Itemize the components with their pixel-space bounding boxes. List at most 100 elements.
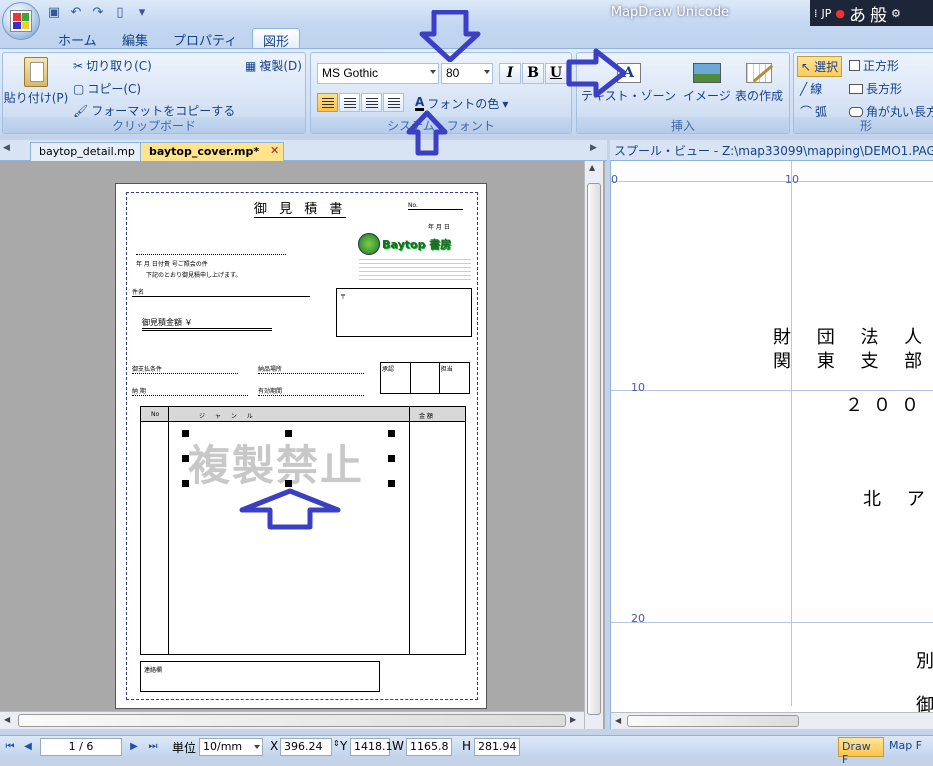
- x-field[interactable]: 396.24: [280, 738, 332, 756]
- align-center-button[interactable]: [339, 93, 360, 112]
- image-label: イメージ: [683, 89, 731, 103]
- undo-icon[interactable]: ↶: [68, 5, 84, 21]
- y-field[interactable]: 1418.1: [350, 738, 393, 756]
- annotation-arrow-up-font: [406, 110, 448, 156]
- postal-box: 〒: [336, 288, 472, 337]
- watermark-text[interactable]: 複製禁止: [188, 432, 364, 493]
- ime-mode[interactable]: あ: [849, 1, 866, 26]
- delivery-date-field: 納 期: [132, 386, 248, 396]
- copy-button[interactable]: ▢ コピー(C): [73, 80, 141, 97]
- select-tool-button[interactable]: ↖ 選択: [797, 56, 843, 77]
- square-tool-button[interactable]: 正方形: [849, 57, 899, 74]
- ime-bar[interactable]: ⁞ JP ● あ 般 ⚙: [810, 0, 933, 26]
- ime-kanji[interactable]: 般: [870, 1, 887, 26]
- status-bar: ⏮ ◀ 1 / 6 ▶ ⏭ 単位 10/mm X 396.24 ⇕ Y 1418…: [0, 735, 933, 766]
- unit-select[interactable]: 10/mm: [199, 738, 263, 756]
- scroll-right-icon[interactable]: ▶: [570, 715, 576, 724]
- w-field[interactable]: 1165.8: [406, 738, 452, 756]
- ime-lang[interactable]: JP: [822, 7, 832, 20]
- selection-handle-ne[interactable]: [388, 430, 395, 437]
- cut-button[interactable]: ✂ 切り取り(C): [73, 57, 152, 74]
- rectangle-tool-button[interactable]: 長方形: [849, 80, 902, 97]
- scroll-left-icon[interactable]: ◀: [4, 715, 10, 724]
- horizontal-scroll-thumb[interactable]: [18, 714, 566, 727]
- rounded-rect-icon: [849, 106, 863, 117]
- line-icon: ╱: [800, 81, 808, 96]
- font-name-value: MS Gothic: [322, 66, 379, 80]
- tab-baytop-detail[interactable]: baytop_detail.mp: [30, 142, 144, 161]
- grip-icon: ⁞: [814, 6, 818, 20]
- col-no-header: No: [151, 411, 160, 418]
- tab-shape[interactable]: 図形: [252, 28, 301, 50]
- justify-button[interactable]: [383, 93, 404, 112]
- close-tab-icon[interactable]: ✕: [270, 144, 279, 157]
- document-page[interactable]: 御 見 積 書 No. 年 月 日 Baytop 書房 年 月 日付貴 号ご照会…: [115, 183, 487, 709]
- doc-title: 御 見 積 書: [254, 198, 347, 218]
- quick-access-toolbar: ▣ ↶ ↷ ▯ ▾: [46, 4, 150, 22]
- horizontal-scrollbar[interactable]: ◀ ▶: [0, 711, 584, 729]
- h-label: H: [462, 739, 472, 753]
- tab-home[interactable]: ホーム: [48, 28, 107, 49]
- line-tool-button[interactable]: ╱ 線: [800, 80, 822, 97]
- bold-button[interactable]: B: [522, 63, 544, 84]
- selection-handle-w[interactable]: [182, 455, 189, 462]
- selection-handle-e[interactable]: [388, 455, 395, 462]
- ime-status-icon[interactable]: ●: [835, 7, 845, 20]
- x-stepper-icon[interactable]: ⇕: [333, 739, 340, 748]
- redo-icon[interactable]: ↷: [90, 5, 106, 21]
- table-wand-icon: [746, 63, 774, 83]
- tab-baytop-cover[interactable]: baytop_cover.mp* ✕: [140, 142, 285, 161]
- spool-view[interactable]: 0 10 10 20 財 団 法 人 国 関 東 支 部 ２００９ 北 ア 別 …: [610, 161, 933, 729]
- create-table-button[interactable]: 表の作成: [735, 63, 783, 104]
- align-right-button[interactable]: [361, 93, 382, 112]
- map-tab[interactable]: Map F: [886, 737, 933, 757]
- h-field[interactable]: 281.94: [474, 738, 520, 756]
- ime-tools-icon[interactable]: ⚙: [891, 7, 901, 20]
- stamp-staff: 担当: [440, 366, 453, 373]
- new-document-icon[interactable]: ▯: [112, 5, 128, 21]
- image-button[interactable]: イメージ: [683, 63, 731, 104]
- underline-button[interactable]: U: [545, 63, 567, 84]
- italic-button[interactable]: I: [499, 63, 521, 84]
- scroll-up-icon[interactable]: ▲: [589, 163, 595, 172]
- paste-button[interactable]: 貼り付け(P): [4, 57, 68, 106]
- document-tabs: ◀ baytop_detail.mp baytop_cover.mp* ✕ ▶: [0, 140, 607, 161]
- duplicate-icon: ▦: [245, 58, 257, 73]
- stamp-approve: 承認: [381, 363, 412, 393]
- duplicate-button[interactable]: ▦ 複製(D): [245, 57, 302, 74]
- application-button[interactable]: [2, 2, 40, 40]
- first-page-icon[interactable]: ⏮: [2, 739, 18, 755]
- square-label: 正方形: [863, 59, 900, 73]
- selection-handle-nw[interactable]: [182, 430, 189, 437]
- tab-scroll-right-icon[interactable]: ▶: [590, 143, 597, 153]
- draw-tab[interactable]: Draw F: [838, 737, 884, 766]
- selection-handle-s[interactable]: [285, 480, 292, 487]
- tab-properties[interactable]: プロパティ: [163, 28, 247, 49]
- col-amount-header: 金 額: [419, 413, 433, 420]
- cursor-icon: ↖: [801, 59, 812, 74]
- selection-handle-se[interactable]: [388, 480, 395, 487]
- spool-hscrollbar[interactable]: ◀: [611, 712, 933, 729]
- align-left-button[interactable]: [317, 93, 338, 112]
- spool-scroll-left-icon[interactable]: ◀: [615, 716, 621, 725]
- prev-page-icon[interactable]: ◀: [20, 739, 36, 755]
- selection-handle-sw[interactable]: [182, 480, 189, 487]
- tab-scroll-left-icon[interactable]: ◀: [3, 143, 10, 153]
- payment-terms-field: 御支払条件: [132, 364, 238, 374]
- vertical-scroll-thumb[interactable]: [587, 183, 601, 715]
- doc-no: No.: [408, 202, 463, 210]
- save-icon[interactable]: ▣: [46, 5, 62, 21]
- spool-scroll-thumb[interactable]: [627, 715, 799, 727]
- next-page-icon[interactable]: ▶: [126, 739, 142, 755]
- selection-handle-n[interactable]: [285, 430, 292, 437]
- vertical-scrollbar[interactable]: ▲: [584, 161, 603, 729]
- tab-edit[interactable]: 編集: [112, 28, 158, 49]
- page-indicator[interactable]: 1 / 6: [40, 738, 122, 756]
- font-name-select[interactable]: MS Gothic: [317, 63, 439, 84]
- font-size-select[interactable]: 80: [441, 63, 493, 84]
- square-icon: [849, 60, 860, 71]
- last-page-icon[interactable]: ⏭: [145, 739, 161, 755]
- tab-baytop-cover-label: baytop_cover.mp*: [149, 145, 260, 158]
- unit-label: 単位: [172, 741, 197, 755]
- qat-menu-icon[interactable]: ▾: [134, 5, 150, 21]
